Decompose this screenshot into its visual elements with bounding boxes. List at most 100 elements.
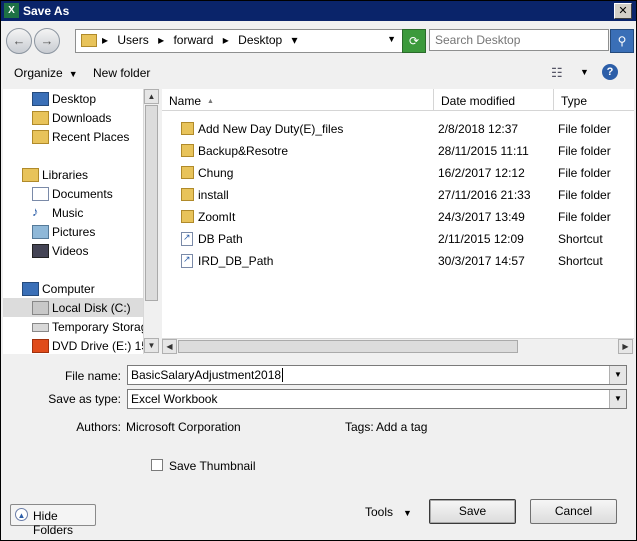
column-header-type[interactable]: Type (554, 89, 634, 111)
nav-item-dvd-drive[interactable]: DVD Drive (E:) 15.0 (3, 336, 143, 354)
command-toolbar: Organize ▼ New folder ☷ ▼ ? (1, 59, 636, 87)
music-icon: ♪ (32, 204, 39, 219)
nav-item-desktop[interactable]: Desktop (3, 89, 143, 108)
address-bar[interactable]: ▸ Users ▸ forward ▸ Desktop ▾ ▼ (75, 29, 403, 53)
search-icon: ⚲ (617, 34, 627, 48)
file-list-horizontal-scrollbar[interactable]: ◀ ▶ (162, 338, 634, 355)
column-header-name[interactable]: Name ▲ (162, 89, 434, 111)
cancel-button[interactable]: Cancel (530, 499, 617, 524)
title-bar: X Save As ✕ (1, 1, 636, 21)
file-name-dropdown-icon[interactable]: ▼ (609, 366, 626, 384)
breadcrumb-forward[interactable]: forward (173, 33, 213, 47)
navigation-bar: ← → ▸ Users ▸ forward ▸ Desktop ▾ ▼ ⟳ ⚲ (1, 21, 636, 59)
pictures-icon (32, 225, 49, 239)
save-as-dialog: X Save As ✕ ← → ▸ Users ▸ forward ▸ Desk… (0, 0, 637, 541)
views-icon[interactable]: ☷ (551, 65, 563, 81)
file-row[interactable]: Add New Day Duty(E)_files 2/8/2018 12:37… (162, 118, 634, 140)
folder-icon (181, 188, 194, 201)
forward-arrow-icon: → (40, 33, 54, 48)
nav-item-label: Downloads (52, 111, 112, 125)
views-dropdown-icon[interactable]: ▼ (580, 67, 589, 77)
nav-item-downloads[interactable]: Downloads (3, 108, 143, 127)
close-button[interactable]: ✕ (614, 3, 632, 19)
nav-item-temporary-storage[interactable]: Temporary Storage (3, 317, 143, 336)
tools-button[interactable]: Tools ▼ (365, 505, 412, 519)
libraries-icon (22, 168, 39, 182)
drive-icon (32, 323, 49, 332)
scroll-up-icon[interactable]: ▲ (144, 89, 159, 104)
back-arrow-icon: ← (12, 33, 26, 48)
help-icon[interactable]: ? (602, 64, 618, 80)
hide-folders-label: Hide Folders (33, 509, 74, 537)
file-row[interactable]: Chung 16/2/2017 12:12 File folder (162, 162, 634, 184)
navigation-pane: Desktop Downloads Recent Places Librarie… (3, 89, 143, 354)
back-button[interactable]: ← (6, 28, 32, 54)
nav-item-computer[interactable]: Computer (3, 279, 143, 298)
dvd-drive-icon (32, 339, 49, 353)
file-name: ZoomIt (198, 210, 236, 224)
file-date: 28/11/2015 11:11 (438, 144, 529, 158)
scrollbar-thumb[interactable] (145, 105, 158, 301)
tools-label: Tools (365, 505, 394, 519)
nav-item-local-disk-c[interactable]: Local Disk (C:) (3, 298, 143, 317)
file-row[interactable]: Backup&Resotre 28/11/2015 11:11 File fol… (162, 140, 634, 162)
nav-item-recent-places[interactable]: Recent Places (3, 127, 143, 146)
computer-icon (22, 282, 39, 296)
save-as-type-label: Save as type: (48, 392, 121, 406)
file-row[interactable]: IRD_DB_Path 30/3/2017 14:57 Shortcut (162, 250, 634, 272)
nav-item-pictures[interactable]: Pictures (3, 222, 143, 241)
text-caret (282, 368, 284, 382)
save-thumbnail-checkbox[interactable] (151, 459, 163, 471)
scroll-left-icon[interactable]: ◀ (162, 339, 177, 354)
file-row[interactable]: install 27/11/2016 21:33 File folder (162, 184, 634, 206)
recent-places-icon (32, 130, 49, 144)
column-header-date-modified[interactable]: Date modified (434, 89, 554, 111)
new-folder-button[interactable]: New folder (93, 66, 150, 80)
organize-button[interactable]: Organize ▼ (14, 66, 78, 80)
folder-icon (81, 34, 97, 47)
file-name-label: File name: (64, 369, 121, 383)
nav-item-label: Videos (52, 244, 89, 258)
search-button[interactable]: ⚲ (610, 29, 634, 53)
save-as-type-value: Excel Workbook (131, 392, 218, 406)
hide-folders-button[interactable]: ▲ Hide Folders (10, 504, 96, 537)
refresh-button[interactable]: ⟳ (402, 29, 426, 53)
folder-icon (181, 166, 194, 179)
scroll-right-icon[interactable]: ▶ (618, 339, 633, 354)
nav-item-libraries[interactable]: Libraries (3, 165, 143, 184)
breadcrumb-desktop[interactable]: Desktop (238, 33, 282, 47)
save-as-type-dropdown-icon[interactable]: ▼ (609, 390, 626, 408)
file-name: Chung (198, 166, 234, 180)
videos-icon (32, 244, 49, 258)
nav-item-music[interactable]: ♪ Music (3, 203, 143, 222)
save-button[interactable]: Save (429, 499, 516, 524)
address-dropdown-icon[interactable]: ▼ (387, 34, 396, 44)
nav-item-videos[interactable]: Videos (3, 241, 143, 260)
tags-label: Tags: (345, 420, 374, 434)
file-date: 16/2/2017 12:12 (438, 166, 525, 180)
file-name: DB Path (198, 232, 243, 246)
forward-button[interactable]: → (34, 28, 60, 54)
breadcrumb-separator: ▸ (158, 33, 165, 47)
tags-value[interactable]: Add a tag (376, 420, 427, 434)
chevron-up-icon: ▲ (15, 508, 28, 521)
file-name-value: BasicSalaryAdjustment2018 (131, 368, 282, 382)
authors-value[interactable]: Microsoft Corporation (126, 420, 241, 434)
nav-item-label: Local Disk (C:) (52, 301, 131, 315)
file-name-input[interactable]: BasicSalaryAdjustment2018 ▼ (127, 365, 627, 385)
breadcrumb-users[interactable]: Users (117, 33, 148, 47)
scrollbar-thumb[interactable] (178, 340, 518, 353)
save-thumbnail-label: Save Thumbnail (169, 459, 256, 473)
column-header-label: Name (169, 94, 202, 108)
desktop-icon (32, 92, 49, 106)
navigation-pane-scrollbar[interactable]: ▲ ▼ (143, 89, 160, 354)
file-row[interactable]: ZoomIt 24/3/2017 13:49 File folder (162, 206, 634, 228)
file-row[interactable]: DB Path 2/11/2015 12:09 Shortcut (162, 228, 634, 250)
save-as-type-select[interactable]: Excel Workbook ▼ (127, 389, 627, 409)
file-type: File folder (558, 210, 611, 224)
folder-icon (181, 210, 194, 223)
scroll-down-icon[interactable]: ▼ (144, 338, 159, 353)
search-input[interactable] (429, 29, 609, 51)
breadcrumb-separator: ▾ (291, 33, 298, 47)
nav-item-documents[interactable]: Documents (3, 184, 143, 203)
